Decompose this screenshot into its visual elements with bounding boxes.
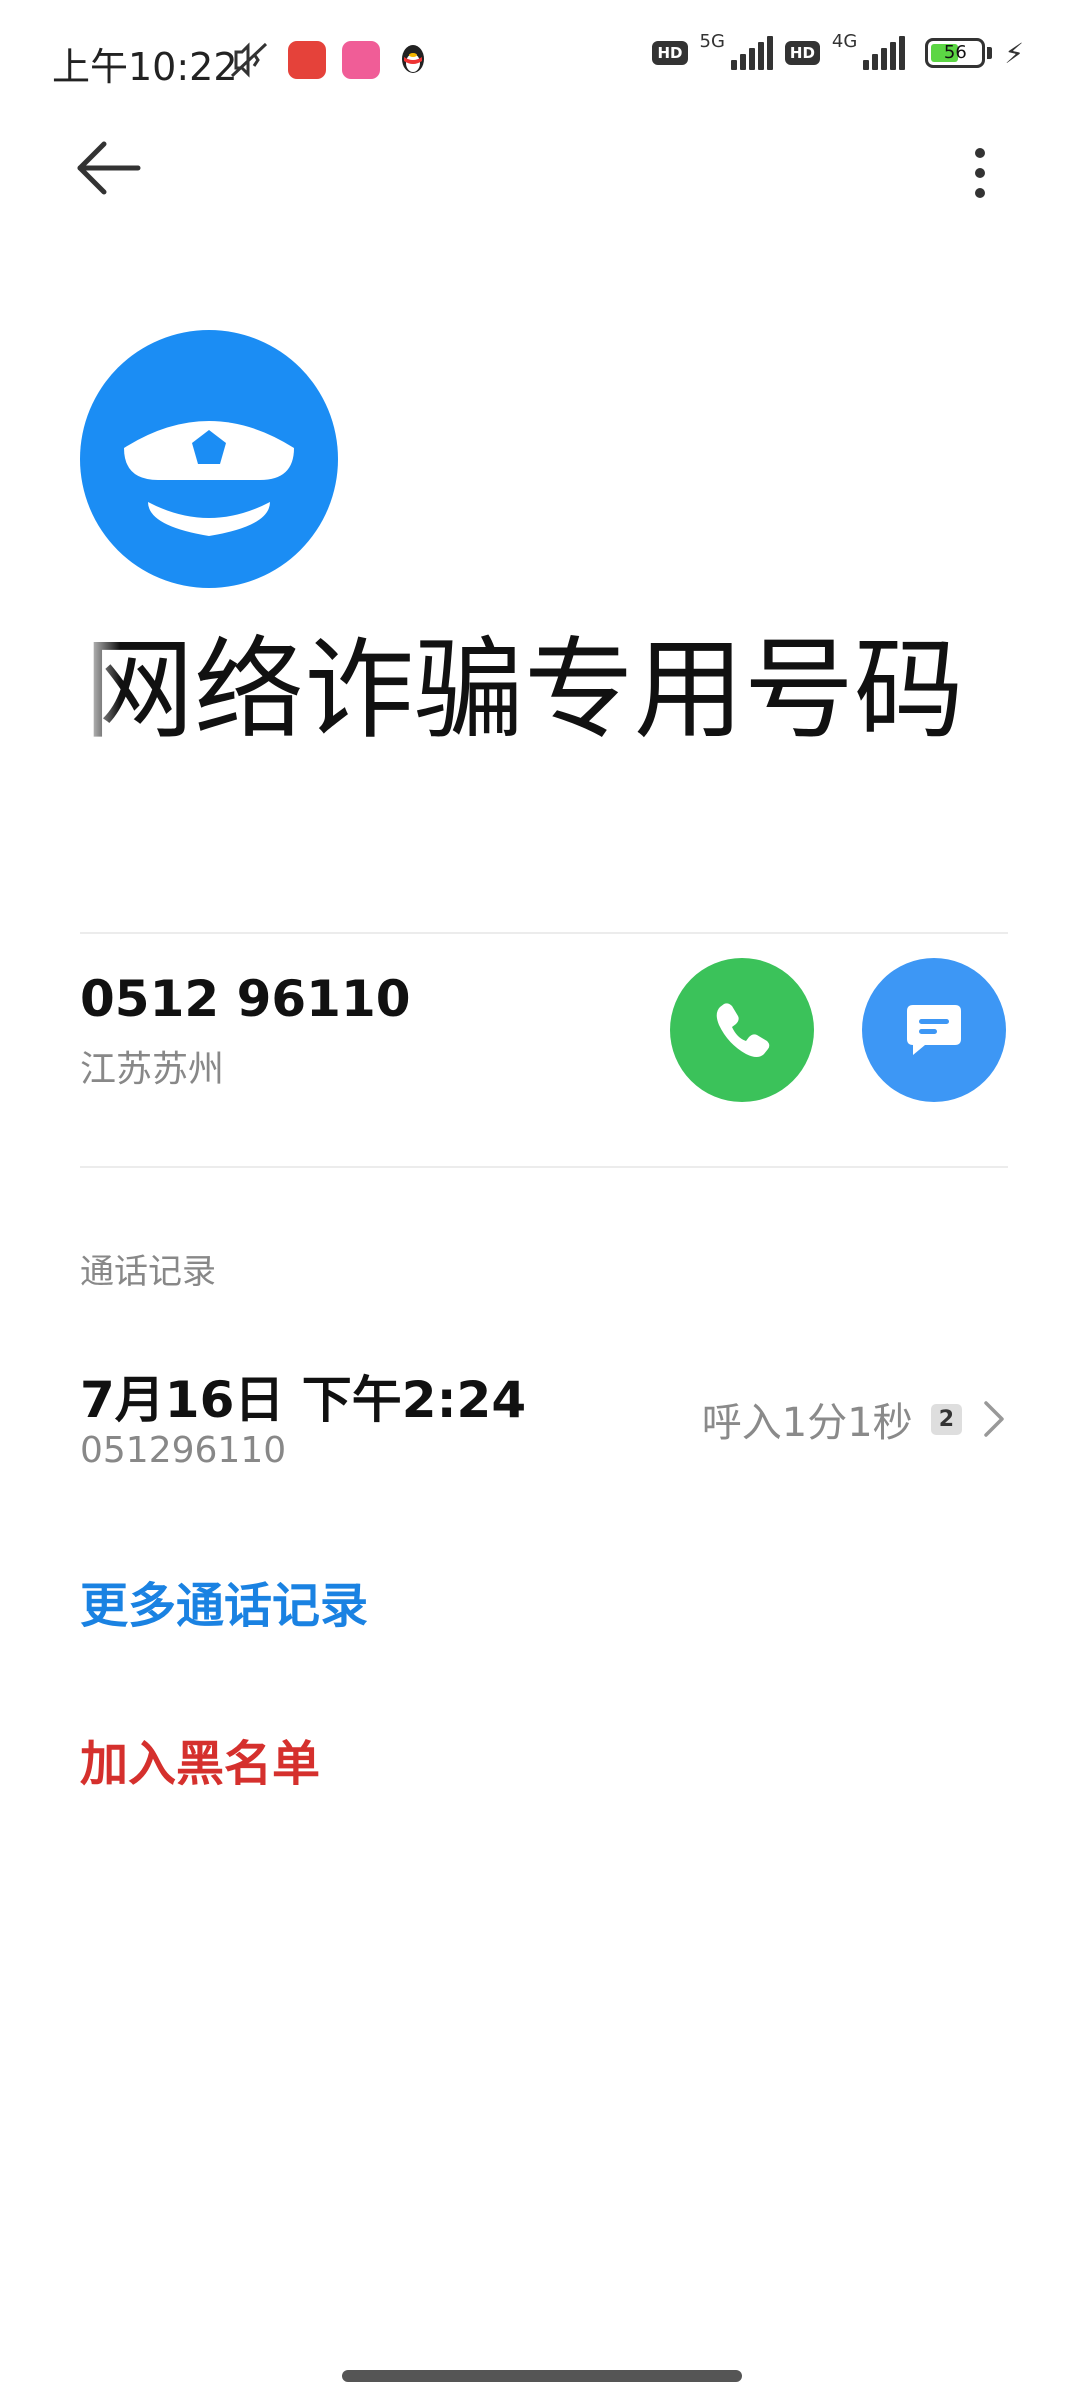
contact-detail-screen: 上午10:22 HD 5G HD 4G 56 ⚡ 网络诈骗专用号码 0512 9… — [0, 0, 1080, 2400]
call-record-type: 呼入1分1秒 — [701, 1400, 913, 1446]
status-notification-icons — [228, 40, 430, 80]
bilibili-notification-icon — [342, 41, 380, 79]
contact-name: 信网络诈骗专用号码 — [80, 620, 1000, 760]
status-system-icons: HD 5G HD 4G 56 ⚡ — [652, 31, 1024, 70]
signal-strength-icon-2 — [863, 36, 906, 70]
call-record-meta[interactable]: 呼入1分1秒 2 — [702, 1390, 1008, 1448]
add-to-blacklist-button[interactable]: 加入黑名单 — [80, 1724, 320, 1794]
phone-number[interactable]: 0512 96110 — [80, 970, 411, 1028]
status-time: 上午10:22 — [52, 45, 238, 89]
qq-penguin-icon — [402, 45, 424, 73]
signal-strength-icon — [730, 36, 773, 70]
chevron-right-icon — [984, 1401, 1004, 1437]
more-dot-icon — [975, 168, 985, 178]
more-options-button[interactable] — [940, 128, 1020, 218]
app-notification-icon-red — [288, 41, 326, 79]
more-dot-icon — [975, 148, 985, 158]
call-history-title: 通话记录 — [80, 1252, 216, 1292]
divider-bottom — [80, 1166, 1008, 1168]
network-label-4g: 4G — [831, 30, 858, 52]
arrow-left-icon — [77, 141, 141, 195]
more-call-records-link[interactable]: 更多通话记录 — [80, 1566, 368, 1636]
battery-cap — [987, 47, 993, 59]
contact-avatar[interactable] — [80, 330, 338, 588]
battery-level: 56 — [943, 42, 967, 63]
call-record-date[interactable]: 7月16日 下午2:24 — [80, 1360, 526, 1432]
message-icon — [907, 1005, 961, 1055]
home-indicator[interactable] — [342, 2370, 742, 2382]
police-cap-icon — [124, 421, 294, 536]
status-bar: 上午10:22 HD 5G HD 4G 56 ⚡ — [0, 0, 1080, 120]
battery-icon: 56 — [925, 38, 986, 68]
call-record-number: 051296110 — [80, 1430, 287, 1471]
phone-location: 江苏苏州 — [80, 1049, 225, 1090]
network-label-5g: 5G — [699, 30, 725, 52]
mute-vibrate-icon — [230, 42, 268, 78]
charging-icon: ⚡ — [1004, 36, 1024, 70]
divider-top — [80, 932, 1008, 934]
message-button[interactable] — [862, 958, 1006, 1102]
call-count-badge: 2 — [930, 1403, 962, 1435]
hd-badge-1: HD — [652, 41, 688, 65]
back-button[interactable] — [60, 128, 150, 218]
contact-name-text: 信网络诈骗专用号码 — [80, 626, 964, 754]
hd-badge-2: HD — [784, 41, 820, 65]
phone-icon — [716, 1003, 770, 1057]
more-dot-icon — [975, 188, 985, 198]
name-fade-overlay — [80, 620, 120, 760]
call-button[interactable] — [670, 958, 814, 1102]
